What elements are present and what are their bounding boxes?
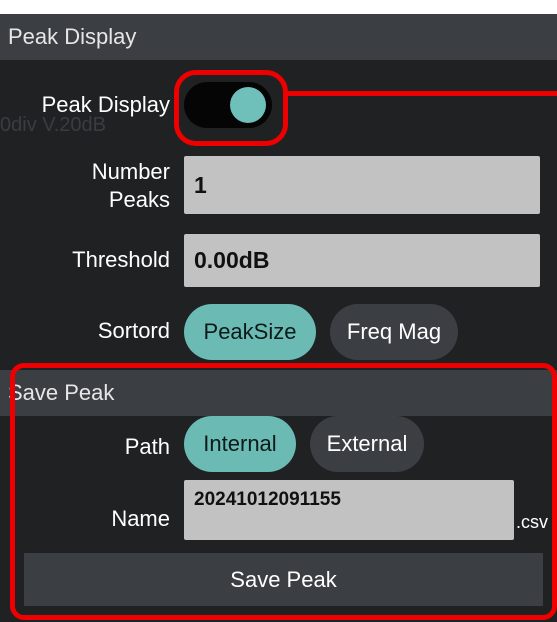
peak-display-toggle-label: Peak Display — [41, 92, 170, 117]
threshold-label: Threshold — [72, 247, 170, 272]
toggle-highlight-line — [288, 91, 557, 96]
sortord-peaksize-button[interactable]: PeakSize — [184, 304, 316, 360]
peak-display-section-header: Peak Display — [0, 14, 557, 60]
sortord-freq-mag-button[interactable]: Freq Mag — [330, 304, 458, 360]
number-peaks-input[interactable]: 1 — [184, 156, 540, 214]
number-peaks-label: Number Peaks — [91, 159, 170, 212]
toggle-highlight-box — [174, 70, 288, 146]
sortord-label: Sortord — [97, 318, 170, 343]
threshold-input[interactable]: 0.00dB — [184, 234, 540, 287]
save-peak-highlight-box — [10, 363, 557, 620]
